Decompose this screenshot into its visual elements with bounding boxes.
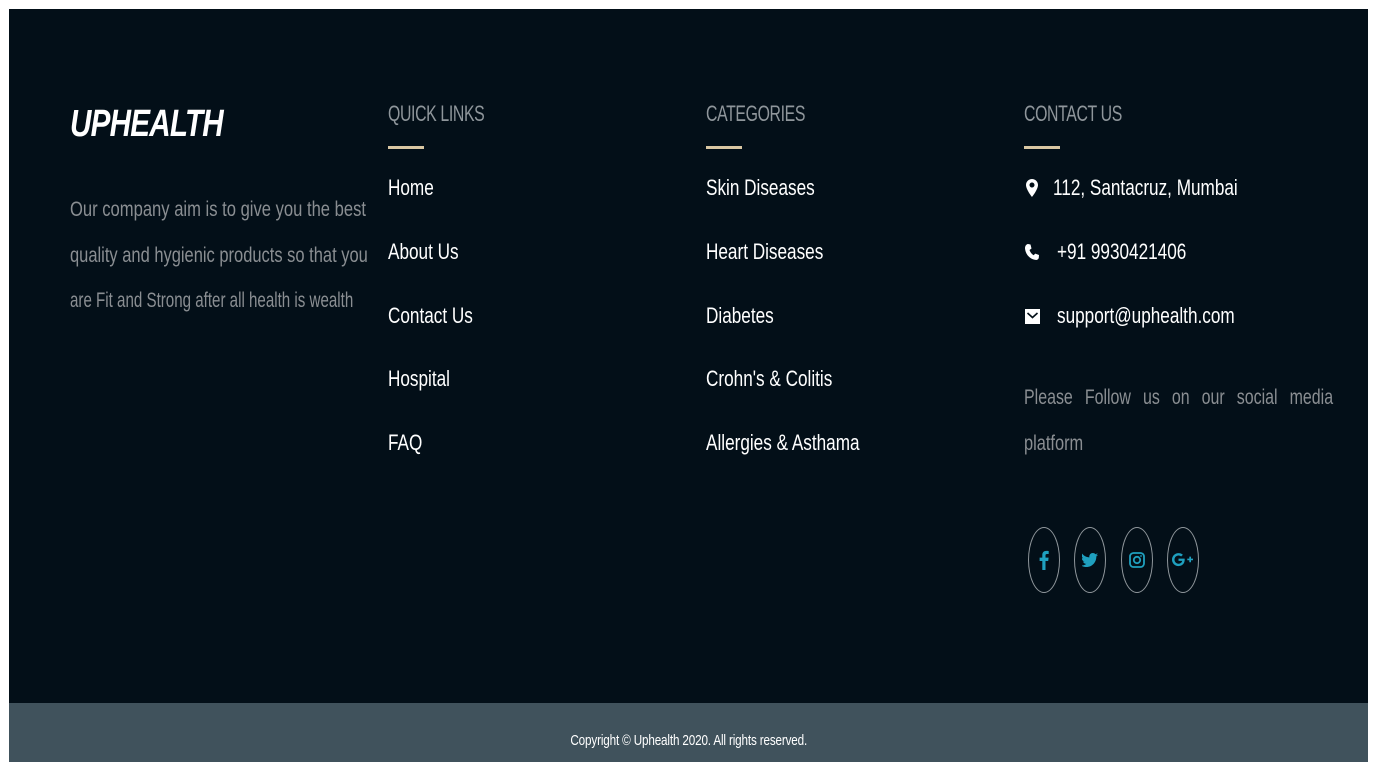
map-marker-icon bbox=[1024, 179, 1040, 197]
about-line-1: Our company aim is to give you the best bbox=[70, 198, 367, 221]
quick-links-underline bbox=[388, 146, 424, 149]
follow-text: Please Follow us on our social media pla… bbox=[1024, 375, 1333, 466]
contact-heading: CONTACT US bbox=[1024, 101, 1122, 126]
follow-line-2: platform bbox=[1024, 431, 1084, 455]
google-plus-icon[interactable] bbox=[1167, 527, 1199, 593]
contact-phone[interactable]: +91 9930421406 bbox=[1024, 239, 1223, 265]
contact-address: 112, Santacruz, Mumbai bbox=[1024, 175, 1290, 201]
quick-link-about-us[interactable]: About Us bbox=[388, 239, 479, 265]
categories-underline bbox=[706, 146, 742, 149]
about-text: Our company aim is to give you the best … bbox=[70, 187, 368, 324]
site-footer: UPHEALTH Our company aim is to give you … bbox=[9, 9, 1368, 703]
twitter-icon[interactable] bbox=[1074, 527, 1106, 593]
copyright-bar: Copyright © Uphealth 2020. All rights re… bbox=[9, 703, 1368, 762]
phone-icon bbox=[1024, 243, 1040, 261]
about-line-2: quality and hygienic products so that yo… bbox=[70, 243, 368, 267]
quick-links-heading: QUICK LINKS bbox=[388, 101, 485, 126]
follow-line-1: Please Follow us on our social media bbox=[1024, 386, 1334, 409]
categories-heading: CATEGORIES bbox=[706, 101, 806, 126]
envelope-icon bbox=[1024, 307, 1040, 325]
category-crohns-colitis[interactable]: Crohn's & Colitis bbox=[706, 366, 868, 392]
quick-link-contact-us[interactable]: Contact Us bbox=[388, 303, 497, 329]
category-skin-diseases[interactable]: Skin Diseases bbox=[706, 175, 845, 201]
quick-link-faq[interactable]: FAQ bbox=[388, 430, 432, 456]
contact-email[interactable]: support@uphealth.com bbox=[1024, 303, 1285, 329]
category-allergies-asthama[interactable]: Allergies & Asthama bbox=[706, 430, 903, 456]
contact-underline bbox=[1024, 146, 1060, 149]
quick-link-hospital[interactable]: Hospital bbox=[388, 366, 467, 392]
instagram-icon[interactable] bbox=[1121, 527, 1153, 593]
quick-link-home[interactable]: Home bbox=[388, 175, 447, 201]
category-heart-diseases[interactable]: Heart Diseases bbox=[706, 239, 856, 265]
brand-logo[interactable]: UPHEALTH bbox=[70, 103, 224, 146]
about-line-3: are Fit and Strong after all health is w… bbox=[70, 289, 354, 312]
category-diabetes[interactable]: Diabetes bbox=[706, 303, 793, 329]
facebook-icon[interactable] bbox=[1028, 527, 1060, 593]
copyright-text: Copyright © Uphealth 2020. All rights re… bbox=[570, 732, 807, 749]
